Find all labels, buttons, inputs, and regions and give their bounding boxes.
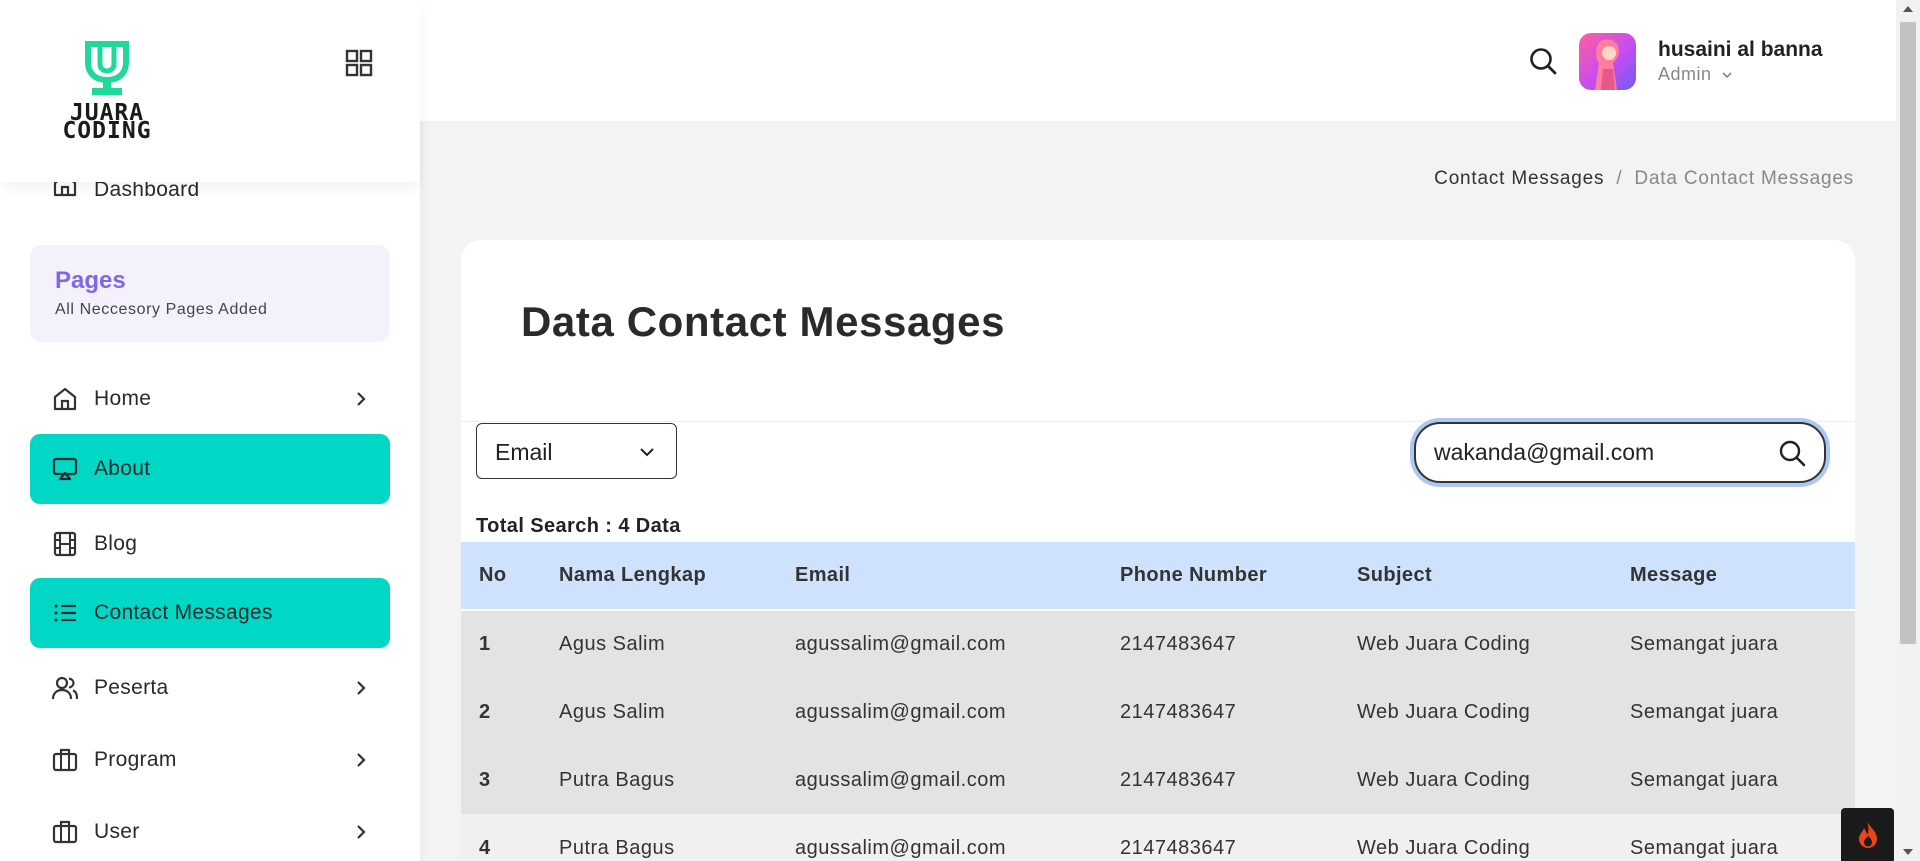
cell-phone-number: 2147483647 (1120, 700, 1237, 723)
cell-no: 2 (479, 700, 491, 723)
sidebar-item-label: User (94, 820, 140, 843)
debug-toolbar-button[interactable] (1841, 808, 1894, 861)
column-header-message[interactable]: Message (1612, 542, 1855, 610)
sidebar-item-label: Home (94, 387, 152, 410)
user-role-label: Admin (1658, 64, 1712, 84)
cell-subject: Web Juara Coding (1357, 700, 1531, 723)
user-name: husaini al banna (1658, 38, 1823, 61)
sidebar-item-peserta[interactable]: Peserta (30, 653, 390, 723)
column-header-email[interactable]: Email (777, 542, 1102, 610)
brand-header: JUARA CODING (0, 0, 420, 182)
scroll-down-arrow-icon[interactable] (1903, 849, 1913, 855)
cell-subject: Web Juara Coding (1357, 836, 1531, 859)
table-row[interactable]: 1 Agus Salim agussalim@gmail.com 2147483… (461, 610, 1855, 678)
avatar[interactable] (1579, 33, 1636, 90)
sidebar-item-about[interactable]: About (30, 434, 390, 504)
chevron-right-icon (357, 753, 366, 767)
user-avatar-icon (1595, 39, 1619, 90)
contact-messages-table: No Nama Lengkap Email Phone Number Subje… (461, 542, 1855, 861)
cell-message: Semangat juara (1630, 836, 1779, 859)
sidebar-item-contact-messages[interactable]: Contact Messages (30, 578, 390, 648)
column-header-no[interactable]: No (461, 542, 541, 610)
cell-nama-lengkap: Agus Salim (559, 700, 666, 723)
briefcase-icon (52, 820, 78, 844)
flame-icon (1859, 822, 1877, 848)
sidebar-item-label: Contact Messages (94, 601, 273, 624)
chevron-right-icon (357, 392, 366, 406)
cell-nama-lengkap: Agus Salim (559, 633, 666, 655)
sidebar-item-blog[interactable]: Blog (30, 509, 390, 579)
film-icon (53, 531, 77, 557)
cell-message: Semangat juara (1630, 633, 1779, 655)
logo-text: JUARA CODING (48, 102, 166, 144)
search-input[interactable]: wakanda@gmail.com (1414, 422, 1826, 483)
column-header-phone-number[interactable]: Phone Number (1102, 542, 1339, 610)
sidebar-item-label: Blog (94, 532, 138, 555)
briefcase-icon (52, 748, 78, 772)
breadcrumb-parent-link[interactable]: Contact Messages (1434, 168, 1604, 189)
chevron-right-icon (357, 825, 366, 839)
cell-subject: Web Juara Coding (1357, 633, 1531, 655)
scrollbar-thumb[interactable] (1900, 22, 1916, 644)
cell-email: agussalim@gmail.com (795, 768, 1006, 791)
search-input-value: wakanda@gmail.com (1434, 439, 1655, 465)
cell-email: agussalim@gmail.com (795, 700, 1006, 723)
pages-card-title: Pages (55, 267, 126, 294)
table-header-row: No Nama Lengkap Email Phone Number Subje… (461, 542, 1855, 610)
filter-select-value: Email (495, 439, 553, 465)
data-card: Data Contact Messages Email wakanda@gmai… (461, 240, 1855, 861)
sidebar-item-label: Peserta (94, 676, 169, 699)
home-icon (53, 387, 77, 411)
sidebar-item-program[interactable]: Program (30, 725, 390, 795)
table-row[interactable]: 2 Agus Salim agussalim@gmail.com 2147483… (461, 678, 1855, 746)
cell-phone-number: 2147483647 (1120, 768, 1237, 791)
trophy-logo-icon (85, 41, 129, 95)
total-search-count: Total Search : 4 Data (476, 515, 681, 537)
column-header-nama-lengkap[interactable]: Nama Lengkap (541, 542, 777, 610)
cell-no: 3 (479, 768, 491, 791)
cell-message: Semangat juara (1630, 768, 1779, 791)
sidebar-item-label: Program (94, 748, 177, 771)
table-row[interactable]: 4 Putra Bagus agussalim@gmail.com 214748… (461, 814, 1855, 861)
column-header-subject[interactable]: Subject (1339, 542, 1612, 610)
chevron-down-icon (1722, 72, 1732, 79)
users-icon (52, 676, 78, 700)
cell-phone-number: 2147483647 (1120, 836, 1237, 859)
sidebar-item-user[interactable]: User (30, 797, 390, 861)
cell-nama-lengkap: Putra Bagus (559, 768, 675, 791)
cell-phone-number: 2147483647 (1120, 633, 1237, 655)
cell-nama-lengkap: Putra Bagus (559, 836, 675, 859)
cell-message: Semangat juara (1630, 700, 1779, 723)
presentation-icon (52, 457, 78, 481)
search-icon[interactable] (1778, 439, 1806, 467)
logo-line-2: CODING (62, 118, 152, 144)
page-title: Data Contact Messages (521, 298, 1006, 345)
table-row[interactable]: 3 Putra Bagus agussalim@gmail.com 214748… (461, 746, 1855, 814)
breadcrumb: Contact Messages / Data Contact Messages (1434, 168, 1854, 190)
sidebar-item-label: About (94, 457, 151, 480)
breadcrumb-separator: / (1616, 168, 1623, 189)
juara-coding-logo[interactable]: JUARA CODING (48, 40, 166, 144)
cell-no: 4 (479, 836, 491, 859)
user-role-dropdown[interactable]: Admin (1658, 64, 1733, 85)
chevron-down-icon (640, 448, 654, 457)
cell-subject: Web Juara Coding (1357, 768, 1531, 791)
pages-card-subtitle: All Neccesory Pages Added (55, 301, 268, 318)
pages-info-card: Pages All Neccesory Pages Added (30, 245, 390, 342)
chevron-right-icon (357, 681, 366, 695)
scroll-up-arrow-icon[interactable] (1903, 6, 1913, 12)
search-icon[interactable] (1528, 46, 1558, 76)
cell-email: agussalim@gmail.com (795, 836, 1006, 859)
filter-field-select[interactable]: Email (476, 423, 677, 479)
list-icon (54, 604, 76, 622)
cell-email: agussalim@gmail.com (795, 633, 1006, 655)
breadcrumb-current: Data Contact Messages (1634, 168, 1854, 189)
cell-no: 1 (479, 633, 491, 655)
page-scrollbar[interactable] (1896, 0, 1920, 861)
grid-menu-icon[interactable] (344, 48, 374, 78)
sidebar: JUARA CODING Dashboard Pages All Necceso… (0, 0, 420, 861)
sidebar-item-home[interactable]: Home (30, 364, 390, 434)
